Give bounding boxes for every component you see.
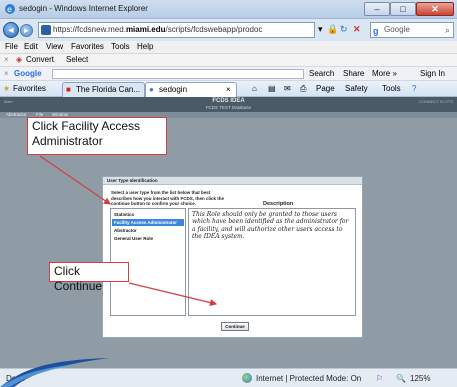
tools-menu[interactable]: Tools (382, 84, 401, 93)
description-label: Description (263, 201, 294, 207)
continue-button[interactable]: Continue (221, 322, 249, 331)
tab-label: sedogin (159, 85, 188, 94)
url-prefix: https://fcdsnew.med. (53, 25, 126, 34)
ie-logo-icon: e (5, 4, 15, 14)
app-header: Main FCDS IDEA FCDS TEST Database CONNEC… (0, 97, 457, 112)
convert-toolbar: × ◈ Convert Select (0, 54, 457, 67)
mail-icon[interactable]: ✉ (284, 84, 291, 93)
page-menu[interactable]: Page (316, 84, 335, 93)
feeds-icon[interactable]: ▤ (268, 84, 276, 93)
back-button[interactable]: ◄ (3, 22, 19, 38)
tab-label: The Florida Can... (76, 85, 141, 94)
app-subtitle: FCDS TEST Database (205, 105, 252, 110)
tab-sedogin[interactable]: ● sedogin × (145, 82, 237, 97)
dialog-title: User Type Identification (107, 178, 158, 183)
svg-text:e: e (7, 5, 12, 14)
select-button[interactable]: Select (66, 55, 88, 64)
google-signin-link[interactable]: Sign In (420, 69, 445, 78)
minimize-button[interactable]: – (364, 2, 390, 16)
decorative-swoosh (0, 358, 110, 387)
search-icon[interactable]: ⌕ (445, 23, 450, 37)
protected-mode-icon[interactable]: ⚐ (376, 374, 383, 383)
menu-tools[interactable]: Tools (111, 42, 130, 51)
pdf-convert-icon: ◈ (16, 55, 23, 64)
url-input[interactable]: https://fcdsnew.med.miami.edu/scripts/fc… (38, 22, 315, 38)
zoom-level[interactable]: 125% (410, 374, 430, 383)
app-workspace: User Type Identification Select a user t… (0, 118, 457, 368)
app-header-right: CONNECT SLOTS (419, 99, 453, 104)
dialog-titlebar: User Type Identification (103, 177, 362, 185)
toolbar-grip-icon: × (4, 55, 9, 64)
home-icon[interactable]: ⌂ (252, 84, 257, 93)
window-titlebar: e sedogin - Windows Internet Explorer – … (0, 0, 457, 19)
page-icon (41, 25, 51, 35)
search-input[interactable]: g Google ⌕ (370, 22, 454, 38)
safety-menu[interactable]: Safety (345, 84, 368, 93)
menu-edit[interactable]: Edit (24, 42, 38, 51)
menu-view[interactable]: View (46, 42, 63, 51)
url-domain: miami.edu (125, 25, 166, 34)
toolbar-close-icon[interactable]: × (4, 69, 9, 78)
google-logo: Google (14, 69, 42, 78)
callout-continue: Click Continue (49, 262, 129, 293)
app-menu-abstractor[interactable]: Abstractor (6, 112, 27, 117)
window-title: sedogin - Windows Internet Explorer (19, 4, 148, 13)
favorites-button[interactable]: Favorites (13, 84, 46, 93)
favorites-star-icon: ★ (3, 84, 11, 93)
google-more-button[interactable]: More » (372, 69, 397, 78)
callout-facility-admin: Click Facility Access Administrator (27, 117, 167, 155)
stop-icon[interactable]: ✕ (353, 24, 361, 35)
menu-file[interactable]: File (5, 42, 18, 51)
help-icon[interactable]: ? (412, 84, 416, 93)
refresh-icon[interactable]: ↻ (340, 24, 348, 35)
ie-page-icon: ● (149, 85, 154, 94)
menu-favorites[interactable]: Favorites (71, 42, 104, 51)
lock-icon[interactable]: 🔒 (327, 24, 338, 35)
dropdown-arrow-icon[interactable]: ▾ (318, 24, 323, 35)
tab-close-icon[interactable]: × (226, 85, 231, 94)
maximize-button[interactable]: □ (390, 2, 416, 16)
zoom-icon: 🔍 (396, 374, 406, 383)
google-search-icon: g (373, 26, 379, 36)
url-suffix: /scripts/fcdswebapp/prodoc (165, 25, 263, 34)
dialog-instructions: Select a user type from the list below t… (111, 190, 225, 207)
user-type-abstractor[interactable]: Abstractor (112, 227, 184, 234)
forward-button[interactable]: ► (20, 24, 33, 37)
close-button[interactable]: ✕ (416, 2, 454, 16)
print-icon[interactable]: ⎙ (300, 84, 306, 94)
user-type-dialog: User Type Identification Select a user t… (102, 176, 363, 338)
description-text: This Role should only be granted to thos… (188, 208, 356, 316)
tab-florida-can[interactable]: ■ The Florida Can... (62, 82, 145, 97)
search-placeholder: Google (384, 25, 410, 34)
menu-bar: File Edit View Favorites Tools Help (0, 41, 457, 54)
google-search-button[interactable]: Search (309, 69, 334, 78)
google-toolbar: × Google Search Share More » Sign In (0, 67, 457, 81)
user-type-facility-access-administrator[interactable]: Facility Access Administrator (112, 219, 184, 226)
google-search-field[interactable] (52, 69, 304, 79)
convert-button[interactable]: Convert (26, 55, 54, 64)
menu-help[interactable]: Help (137, 42, 153, 51)
internet-zone-icon (242, 373, 252, 383)
user-type-general-user-role[interactable]: General User Role (112, 235, 184, 242)
site-icon: ■ (66, 85, 71, 94)
address-bar: ◄ ► https://fcdsnew.med.miami.edu/script… (0, 19, 457, 41)
security-zone: Internet | Protected Mode: On (256, 374, 362, 383)
app-title: FCDS IDEA (212, 98, 245, 104)
google-share-button[interactable]: Share (343, 69, 364, 78)
user-type-statistics[interactable]: Statistics (112, 211, 184, 218)
favorites-bar: ★ Favorites ■ The Florida Can... ● sedog… (0, 81, 457, 97)
